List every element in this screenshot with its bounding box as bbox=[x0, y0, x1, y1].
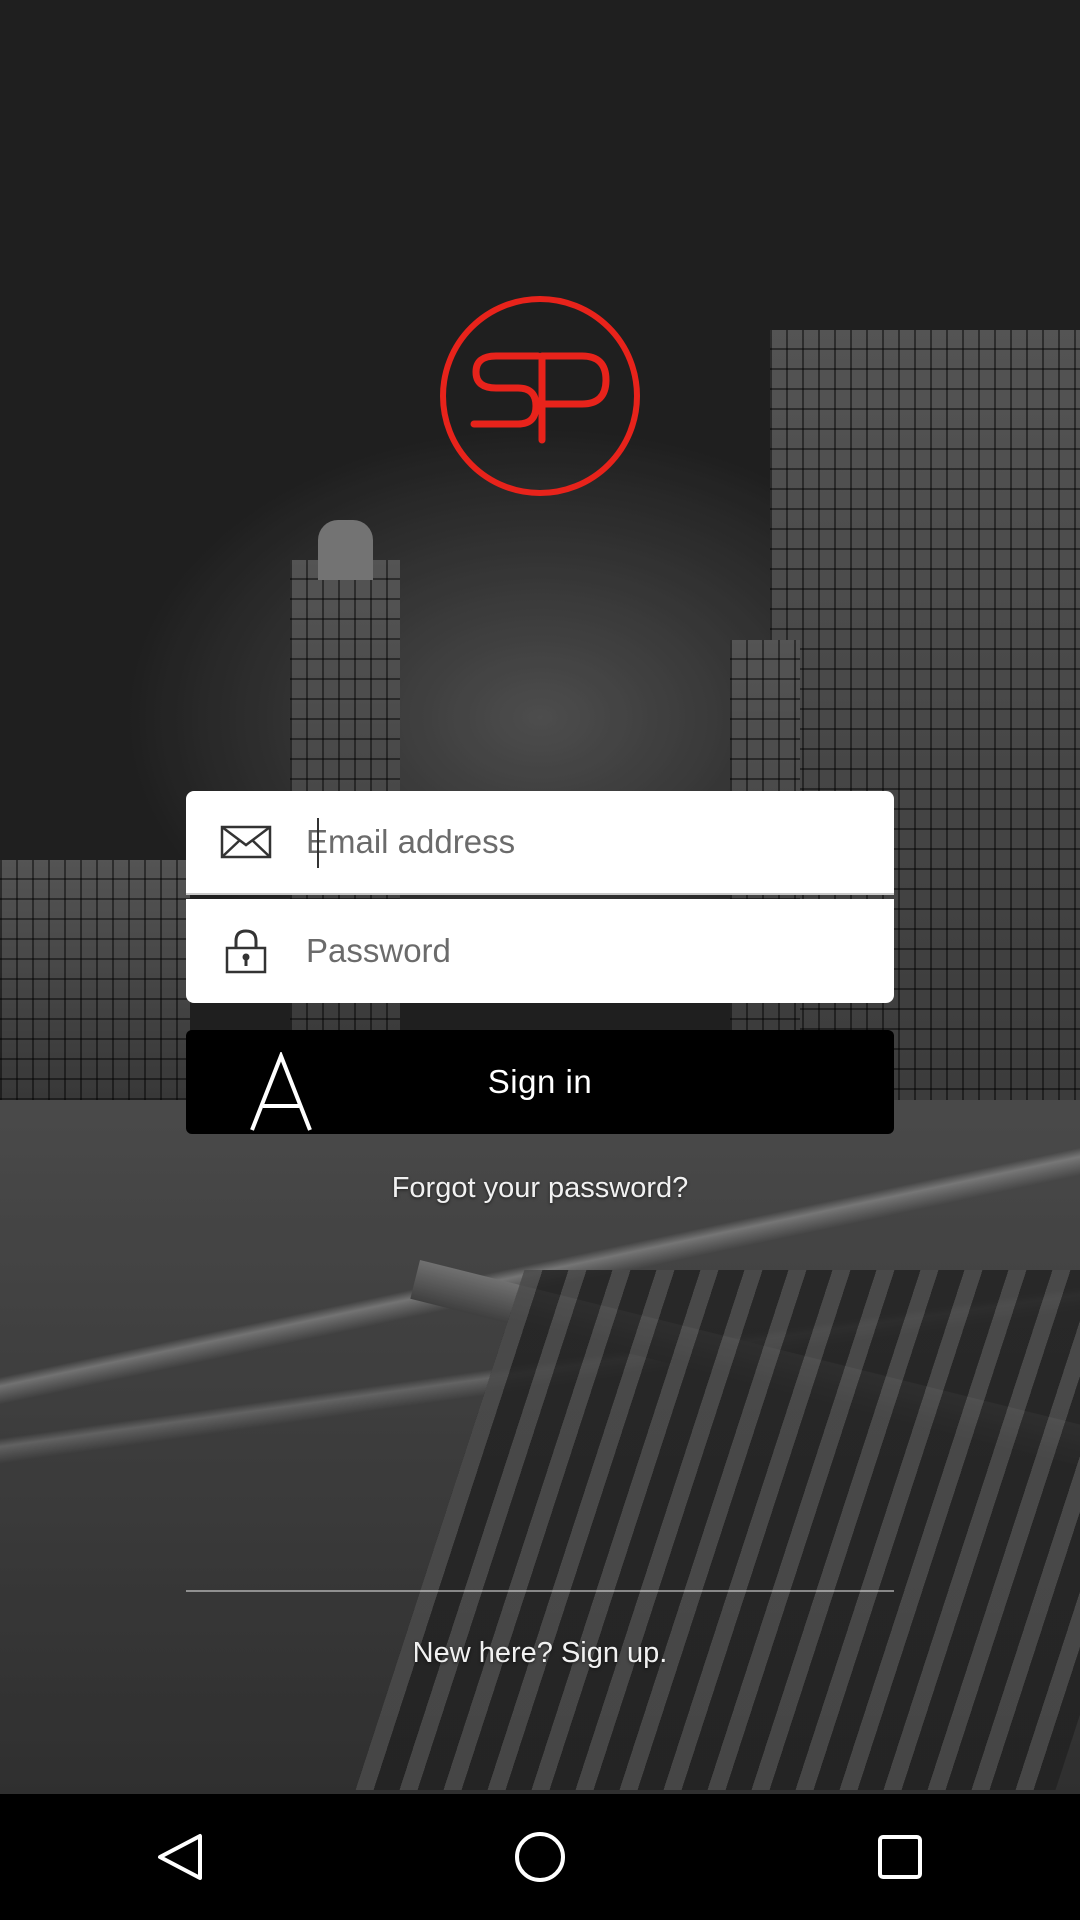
nav-recents-button[interactable] bbox=[840, 1797, 960, 1917]
forgot-password-link[interactable]: Forgot your password? bbox=[0, 1172, 1080, 1205]
nav-home-button[interactable] bbox=[480, 1797, 600, 1917]
back-triangle-icon bbox=[158, 1834, 202, 1880]
divider bbox=[186, 1590, 894, 1592]
background-city-image bbox=[0, 0, 1080, 1794]
background-dim-overlay bbox=[0, 0, 1080, 1794]
system-nav-bar bbox=[0, 1794, 1080, 1920]
letter-a-icon bbox=[250, 1052, 312, 1131]
text-caret bbox=[317, 818, 319, 868]
padlock-icon bbox=[186, 899, 306, 1003]
envelope-icon bbox=[186, 790, 306, 894]
password-field[interactable] bbox=[186, 899, 894, 1003]
sign-in-label: Sign in bbox=[487, 1063, 593, 1100]
email-field[interactable] bbox=[186, 791, 894, 895]
recents-square-icon bbox=[878, 1835, 922, 1879]
email-input[interactable] bbox=[306, 812, 866, 872]
app-logo bbox=[438, 294, 642, 498]
nav-back-button[interactable] bbox=[120, 1797, 240, 1917]
home-circle-icon bbox=[515, 1832, 565, 1882]
sign-up-link[interactable]: New here? Sign up. bbox=[0, 1637, 1080, 1670]
sign-in-button[interactable]: Sign in bbox=[186, 1030, 894, 1134]
password-input[interactable] bbox=[306, 921, 866, 981]
